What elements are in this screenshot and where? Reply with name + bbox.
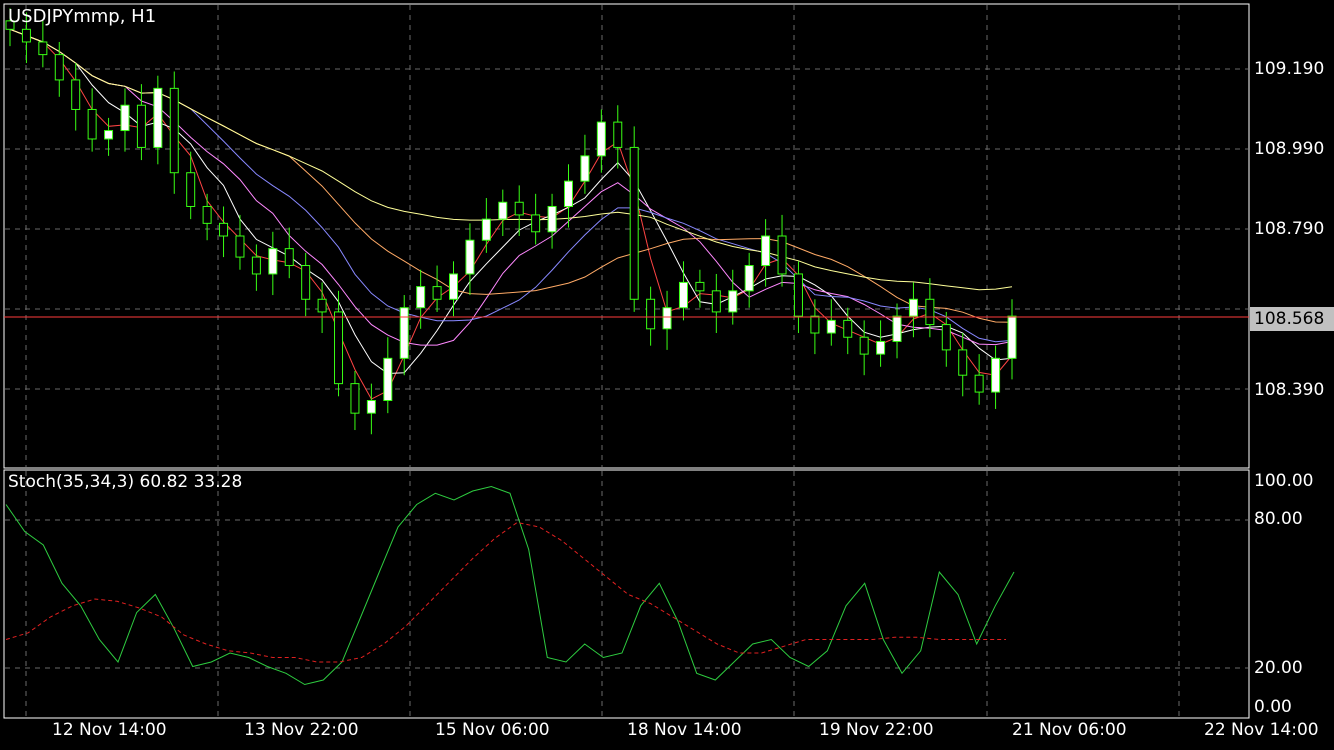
candle-body bbox=[136, 104, 146, 148]
candle-body bbox=[251, 256, 261, 275]
stoch-label: 20.00 bbox=[1254, 658, 1303, 678]
candle-body bbox=[596, 121, 606, 157]
candle-body bbox=[843, 319, 853, 338]
stoch-label: 0.00 bbox=[1254, 697, 1292, 717]
candle-body bbox=[662, 307, 672, 330]
current-price-badge: 108.568 bbox=[1250, 307, 1334, 331]
candle-body bbox=[186, 172, 196, 207]
stoch-main-line bbox=[5, 485, 1015, 686]
candle-body bbox=[120, 104, 130, 132]
candle-body bbox=[383, 357, 393, 402]
ma-line bbox=[9, 28, 1013, 343]
candle-body bbox=[859, 336, 869, 355]
candle-body bbox=[563, 180, 573, 207]
candle-body bbox=[366, 400, 376, 414]
candle-body bbox=[547, 205, 557, 233]
candle-body bbox=[334, 311, 344, 385]
candle-body bbox=[350, 383, 360, 414]
candle-body bbox=[728, 290, 738, 313]
candle-body bbox=[580, 155, 590, 182]
chart-title: USDJPYmmp, H1 bbox=[8, 6, 157, 27]
chart-canvas[interactable] bbox=[0, 0, 1334, 750]
candle-body bbox=[514, 201, 524, 216]
candle-body bbox=[974, 374, 984, 393]
candlesticks bbox=[5, 8, 1017, 435]
candle-body bbox=[481, 218, 491, 241]
candle-body bbox=[991, 357, 1001, 393]
time-label: 22 Nov 14:00 bbox=[1204, 720, 1319, 740]
candle-body bbox=[941, 324, 951, 351]
time-label: 18 Nov 14:00 bbox=[627, 720, 742, 740]
candle-body bbox=[695, 281, 705, 292]
candle-body bbox=[876, 340, 886, 355]
price-label: 108.390 bbox=[1254, 380, 1325, 400]
stochastic-indicator bbox=[5, 485, 1015, 686]
candle-body bbox=[54, 54, 64, 81]
price-panel-border bbox=[3, 3, 1250, 469]
candle-body bbox=[104, 130, 114, 140]
candle-body bbox=[301, 265, 311, 300]
price-label: 109.190 bbox=[1254, 59, 1325, 79]
candle-body bbox=[646, 298, 656, 330]
candle-body bbox=[531, 214, 541, 233]
candle-body bbox=[71, 79, 81, 110]
time-label: 19 Nov 22:00 bbox=[819, 720, 934, 740]
candle-body bbox=[678, 281, 688, 309]
candle-body bbox=[777, 235, 787, 275]
candle-body bbox=[613, 121, 623, 148]
ma-line bbox=[9, 28, 1013, 346]
candle-body bbox=[465, 239, 475, 275]
stoch-title: Stoch(35,34,3) 60.82 33.28 bbox=[8, 472, 243, 492]
candle-body bbox=[761, 235, 771, 267]
candle-body bbox=[1007, 315, 1017, 359]
candle-body bbox=[416, 286, 426, 309]
candle-body bbox=[219, 222, 229, 237]
time-label: 15 Nov 06:00 bbox=[435, 720, 550, 740]
time-label: 13 Nov 22:00 bbox=[244, 720, 359, 740]
candle-body bbox=[826, 319, 836, 334]
stoch-panel-border bbox=[3, 469, 1250, 719]
candle-body bbox=[153, 87, 163, 148]
candle-body bbox=[498, 201, 508, 220]
stoch-signal-line bbox=[5, 521, 1006, 663]
candle-body bbox=[958, 349, 968, 376]
candle-body bbox=[169, 87, 179, 174]
stoch-label: 80.00 bbox=[1254, 509, 1303, 529]
candle-body bbox=[629, 146, 639, 300]
price-label: 108.790 bbox=[1254, 219, 1325, 239]
candle-body bbox=[87, 108, 97, 140]
candle-body bbox=[711, 290, 721, 313]
candle-body bbox=[810, 315, 820, 334]
candle-body bbox=[399, 307, 409, 359]
candle-body bbox=[202, 205, 212, 224]
grid-lines bbox=[5, 5, 1248, 717]
ma-line bbox=[9, 28, 1013, 291]
candle-body bbox=[744, 265, 754, 292]
time-label: 21 Nov 06:00 bbox=[1012, 720, 1127, 740]
candle-body bbox=[925, 298, 935, 326]
stoch-label: 100.00 bbox=[1254, 471, 1314, 491]
ma-line bbox=[9, 28, 1013, 323]
candle-body bbox=[235, 235, 245, 258]
candle-body bbox=[449, 273, 459, 300]
candle-body bbox=[432, 286, 442, 300]
candle-body bbox=[21, 28, 31, 43]
candle-body bbox=[38, 41, 48, 56]
price-label: 108.990 bbox=[1254, 139, 1325, 159]
candle-body bbox=[892, 315, 902, 342]
candle-body bbox=[268, 248, 278, 275]
candle-body bbox=[793, 273, 803, 317]
ma-line bbox=[9, 28, 1013, 375]
candle-body bbox=[317, 298, 327, 313]
candle-body bbox=[908, 298, 918, 317]
candle-body bbox=[284, 248, 294, 267]
time-label: 12 Nov 14:00 bbox=[52, 720, 167, 740]
